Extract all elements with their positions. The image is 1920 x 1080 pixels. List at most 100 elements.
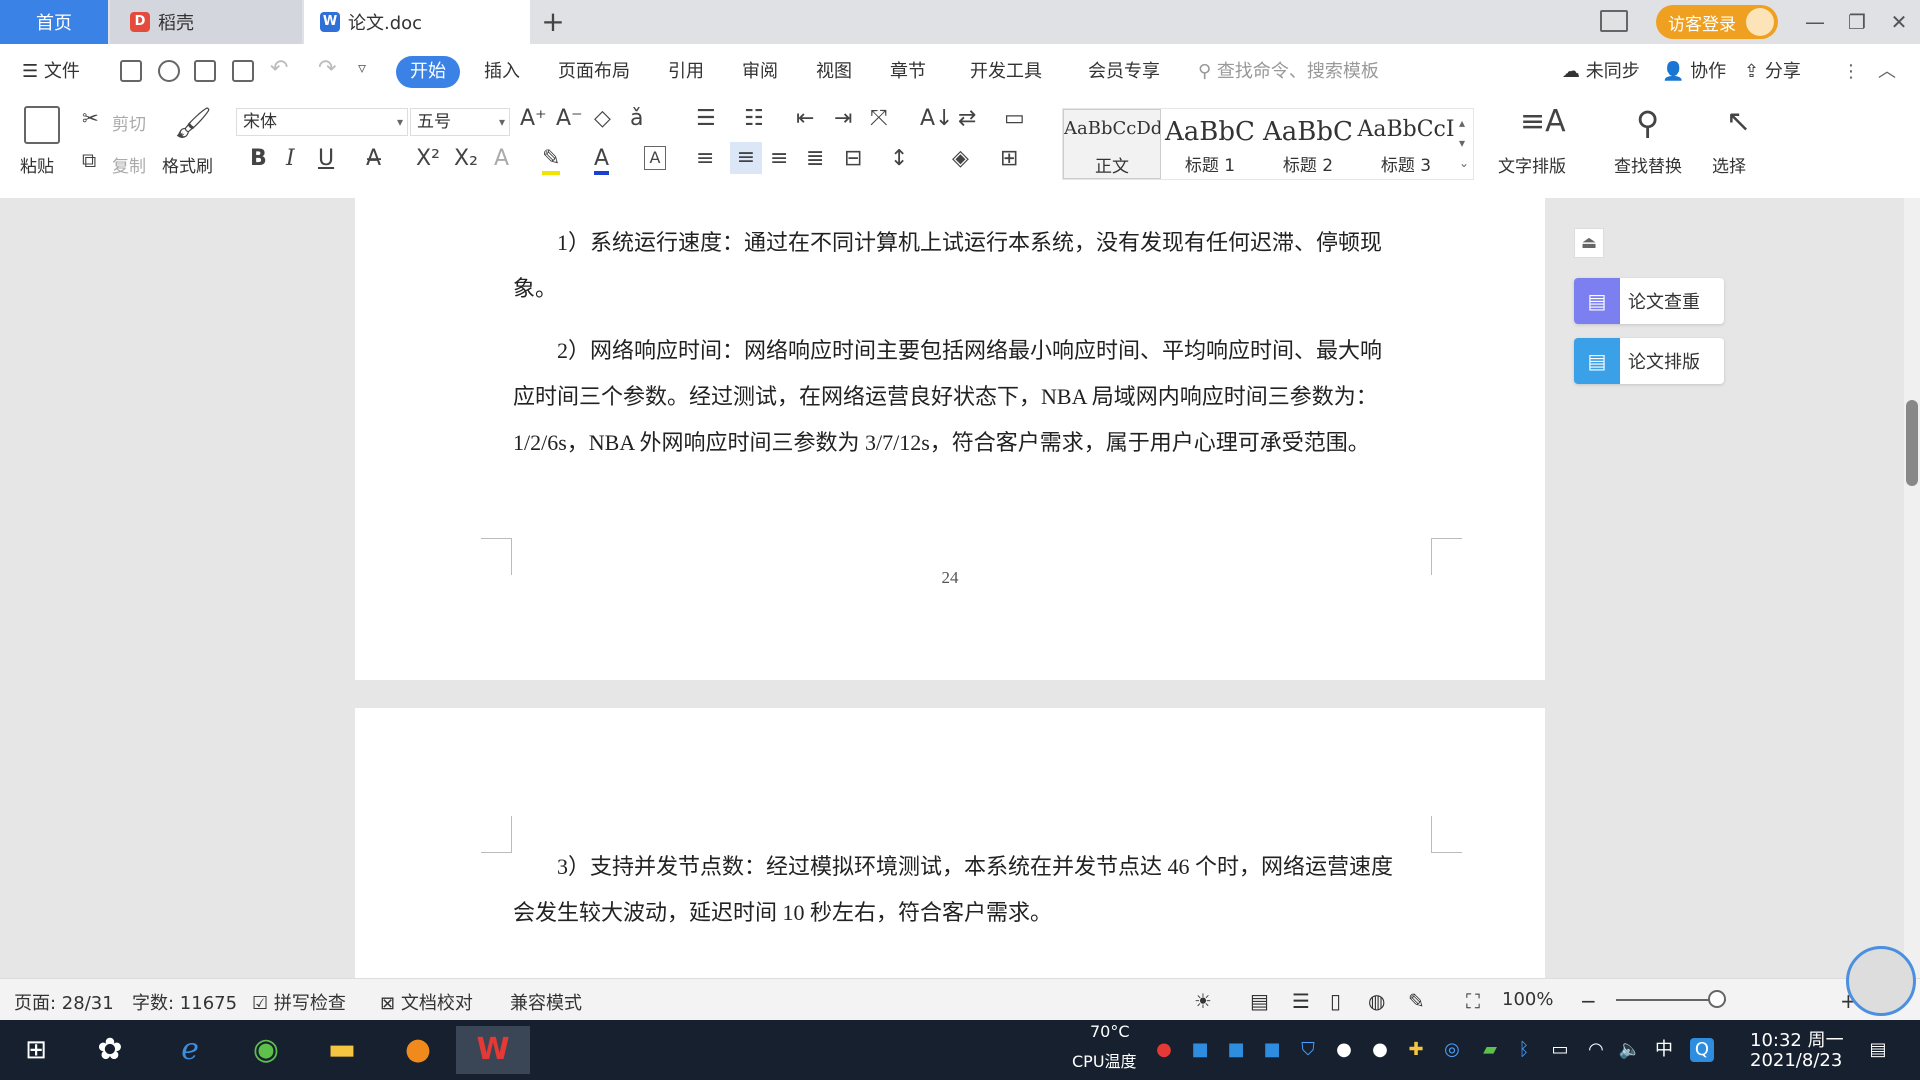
write-mode-icon[interactable]: ✎: [1408, 989, 1425, 1013]
undo-icon[interactable]: ↶: [270, 56, 288, 81]
battery-icon[interactable]: ▭: [1548, 1038, 1572, 1062]
antivirus-icon[interactable]: ●: [1152, 1038, 1176, 1062]
collapse-panel-icon[interactable]: ⏏: [1574, 228, 1604, 258]
tab-developer[interactable]: 开发工具: [970, 56, 1042, 88]
decrease-indent-icon[interactable]: ⇤: [796, 106, 814, 131]
search-app-icon[interactable]: Q: [1690, 1038, 1714, 1062]
save-icon[interactable]: [120, 60, 142, 82]
underline-icon[interactable]: U: [318, 146, 334, 171]
paper-check-button[interactable]: ▤ 论文查重: [1574, 278, 1724, 324]
outline-view-icon[interactable]: ☰: [1292, 989, 1310, 1013]
spellcheck-button[interactable]: ☑ 拼写检查: [252, 989, 346, 1015]
tab-ruler-icon[interactable]: ▭: [1004, 106, 1025, 131]
superscript-icon[interactable]: X²: [416, 146, 440, 171]
italic-icon[interactable]: I: [286, 146, 295, 171]
network-app-icon[interactable]: ◎: [1440, 1038, 1464, 1062]
borders-icon[interactable]: ⊞: [1000, 146, 1018, 171]
guest-login-button[interactable]: 访客登录: [1656, 5, 1778, 39]
document-page[interactable]: 1）系统运行速度：通过在不同计算机上试运行本系统，没有发现有任何迟滞、停顿现象。…: [355, 198, 1545, 680]
chinese-layout-icon[interactable]: ⤧: [870, 106, 888, 131]
sort-icon[interactable]: A↓: [920, 106, 953, 131]
ie-browser-icon[interactable]: ℯ: [160, 1026, 220, 1074]
find-replace-icon[interactable]: ⚲: [1636, 104, 1659, 142]
highlight-icon[interactable]: ✎: [542, 146, 561, 175]
tab-member[interactable]: 会员专享: [1088, 56, 1160, 88]
style-scroll-icon[interactable]: ▴ ▾ ⌄: [1459, 113, 1469, 173]
proofread-button[interactable]: ⊠ 文档校对: [380, 989, 473, 1015]
nvidia-icon[interactable]: ▰: [1478, 1038, 1502, 1062]
cloud-app-icon[interactable]: ■: [1224, 1038, 1248, 1062]
cloud-app-icon[interactable]: ■: [1260, 1038, 1284, 1062]
numbered-list-icon[interactable]: ☷: [744, 106, 764, 131]
eye-protection-icon[interactable]: ☀: [1194, 989, 1212, 1013]
share-button[interactable]: ⇪ 分享: [1744, 56, 1801, 88]
customize-toolbar-icon[interactable]: ▿: [358, 58, 366, 77]
decrease-font-icon[interactable]: A⁻: [556, 106, 583, 131]
strikethrough-icon[interactable]: A̶: [366, 146, 381, 171]
more-options-icon[interactable]: ⋮: [1842, 56, 1860, 88]
qq-icon[interactable]: ●: [1368, 1038, 1392, 1062]
command-search[interactable]: ⚲ 查找命令、搜索模板: [1198, 56, 1379, 88]
zoom-slider-knob[interactable]: [1708, 990, 1726, 1008]
style-heading-1[interactable]: AaBbC 标题 1: [1161, 109, 1259, 179]
clock-date[interactable]: 2021/8/23: [1750, 1050, 1842, 1071]
window-layout-icon[interactable]: [1600, 10, 1628, 32]
tab-view[interactable]: 视图: [816, 56, 852, 88]
align-right-icon[interactable]: ≡: [770, 146, 788, 171]
plus-app-icon[interactable]: ✚: [1404, 1038, 1428, 1062]
justify-icon[interactable]: ≣: [806, 146, 824, 171]
tab-daoke[interactable]: D 稻壳: [110, 0, 302, 44]
paragraph-mark-icon[interactable]: ⇄: [958, 106, 976, 131]
minimize-button[interactable]: —: [1798, 6, 1832, 38]
scrollbar-thumb[interactable]: [1906, 400, 1918, 486]
distributed-align-icon[interactable]: ⊟: [844, 146, 862, 171]
paste-button[interactable]: 粘贴: [20, 152, 54, 177]
format-painter-button[interactable]: 格式刷: [162, 152, 213, 177]
cloud-backup-icon[interactable]: [158, 60, 180, 82]
app-mascot-icon[interactable]: ●: [388, 1026, 448, 1074]
copy-button[interactable]: 复制: [112, 152, 146, 177]
paragraph[interactable]: 1）系统运行速度：通过在不同计算机上试运行本系统，没有发现有任何迟滞、停顿现象。: [513, 220, 1393, 312]
tab-start[interactable]: 开始: [396, 56, 460, 88]
fit-page-icon[interactable]: ⛶: [1466, 989, 1480, 1013]
print-preview-icon[interactable]: [232, 60, 254, 82]
notification-icon[interactable]: ▤: [1866, 1038, 1890, 1062]
wps-app-icon[interactable]: W: [456, 1026, 530, 1074]
tab-chapter[interactable]: 章节: [890, 56, 926, 88]
reading-view-icon[interactable]: ▯: [1330, 989, 1341, 1013]
increase-indent-icon[interactable]: ⇥: [834, 106, 852, 131]
clear-format-icon[interactable]: ◇: [594, 106, 611, 131]
cloud-app-icon[interactable]: ■: [1188, 1038, 1212, 1062]
word-count[interactable]: 字数: 11675: [132, 989, 237, 1015]
paragraph[interactable]: 3）支持并发节点数：经过模拟环境测试，本系统在并发节点达 46 个时，网络运营速…: [513, 844, 1393, 936]
cut-button[interactable]: 剪切: [112, 110, 146, 135]
bullet-list-icon[interactable]: ☰: [696, 106, 716, 131]
phonetic-guide-icon[interactable]: ǎ: [630, 106, 643, 131]
collaborate-button[interactable]: 👤 协作: [1662, 56, 1726, 88]
bluetooth-icon[interactable]: ᛒ: [1512, 1038, 1536, 1062]
font-name-select[interactable]: 宋体: [236, 108, 408, 136]
format-painter-icon[interactable]: 🖌: [174, 106, 212, 144]
restore-button[interactable]: ❐: [1840, 6, 1874, 38]
font-size-select[interactable]: 五号: [410, 108, 510, 136]
document-page[interactable]: 3）支持并发节点数：经过模拟环境测试，本系统在并发节点达 46 个时，网络运营速…: [355, 708, 1545, 978]
text-layout-icon[interactable]: ≡A: [1520, 104, 1566, 139]
line-spacing-icon[interactable]: ↕: [890, 146, 908, 171]
page-view-icon[interactable]: ▤: [1250, 989, 1269, 1013]
select-button[interactable]: 选择: [1712, 152, 1746, 177]
zoom-level[interactable]: 100%: [1502, 989, 1553, 1010]
find-replace-button[interactable]: 查找替换: [1614, 152, 1682, 177]
assistant-robot-icon[interactable]: [1846, 946, 1916, 1016]
windows-start-icon[interactable]: ⊞: [6, 1026, 66, 1074]
text-effect-icon[interactable]: A: [494, 146, 509, 171]
bold-icon[interactable]: B: [250, 146, 267, 171]
tab-references[interactable]: 引用: [668, 56, 704, 88]
pinwheel-app-icon[interactable]: ✿: [80, 1026, 140, 1074]
collapse-ribbon-icon[interactable]: ︿: [1878, 56, 1896, 88]
style-heading-3[interactable]: AaBbCcI 标题 3: [1357, 109, 1455, 179]
new-tab-button[interactable]: +: [536, 4, 570, 40]
paragraph[interactable]: 2）网络响应时间：网络响应时间主要包括网络最小响应时间、平均响应时间、最大响应时…: [513, 328, 1393, 466]
style-normal[interactable]: AaBbCcDd 正文: [1063, 109, 1161, 179]
shading-icon[interactable]: ◈: [952, 146, 969, 171]
tab-review[interactable]: 审阅: [742, 56, 778, 88]
